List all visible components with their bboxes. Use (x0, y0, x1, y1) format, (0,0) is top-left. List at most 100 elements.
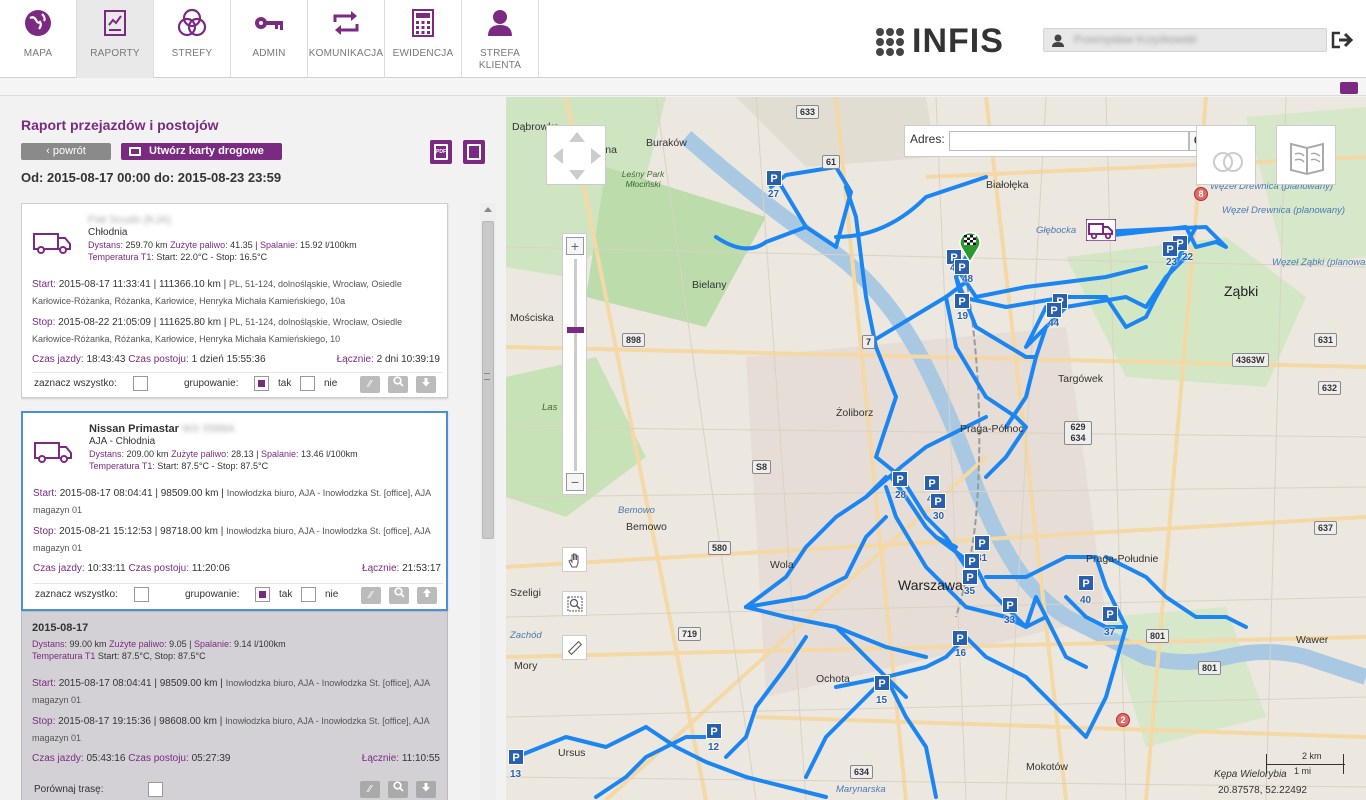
report-icon (104, 10, 126, 36)
zoom-in-button[interactable]: + (566, 237, 584, 255)
truck-marker-icon[interactable] (1086, 219, 1116, 241)
base-map-button[interactable] (1276, 125, 1336, 185)
parking-marker[interactable]: P (892, 471, 908, 487)
chat-icon[interactable] (1340, 82, 1358, 94)
nav-ewidencja[interactable]: EWIDENCJA (385, 0, 462, 78)
map-view[interactable]: Dąbrowka śna Buraków Leśny Park Młocińsk… (506, 97, 1366, 800)
nav-mapa[interactable]: MAPA (0, 0, 77, 78)
vehicle-name: Fiat Scudo (KJA) (88, 214, 172, 226)
hand-tool-button[interactable] (562, 547, 587, 572)
parking-marker[interactable]: P (874, 675, 890, 691)
map-label: Bielany (692, 279, 727, 291)
parking-marker[interactable]: P (1078, 575, 1094, 591)
parking-marker[interactable]: P (1046, 302, 1062, 318)
search-icon (392, 781, 404, 792)
vehicle-stats: Dystans: 209.00 km Zużyte paliwo: 28.13 … (89, 449, 358, 459)
zoom-search-button[interactable] (388, 376, 408, 393)
scrollbar-thumb[interactable] (482, 221, 494, 539)
zoom-track[interactable] (574, 259, 577, 471)
parking-marker[interactable]: P (766, 170, 782, 186)
export-xls-button[interactable] (463, 140, 485, 164)
parking-marker[interactable]: P (974, 535, 990, 551)
parking-marker[interactable]: P (1162, 241, 1178, 257)
back-button[interactable]: ‹ powrót (21, 143, 111, 160)
parking-marker[interactable]: P (964, 553, 980, 569)
road-number: 637 (1314, 521, 1338, 535)
scroll-up-icon[interactable] (484, 207, 492, 212)
parking-marker[interactable]: P (954, 293, 970, 309)
map-label: Wawer (1296, 634, 1329, 646)
grouping-no-checkbox[interactable] (301, 587, 316, 602)
vehicle-card[interactable]: Fiat Scudo (KJA) Chłodnia Dystans: 259.7… (21, 203, 448, 398)
export-pdf-button[interactable]: PDF (430, 140, 452, 164)
nav-raporty[interactable]: RAPORTY (77, 0, 154, 78)
expand-button[interactable] (416, 781, 436, 798)
create-road-cards-button[interactable]: Utwórz karty drogowe (121, 143, 282, 160)
parking-number: 27 (768, 189, 780, 200)
logo-text: INFIS (912, 22, 1004, 60)
address-input[interactable] (949, 131, 1189, 151)
parking-marker[interactable]: P (706, 723, 722, 739)
parking-marker[interactable]: P (924, 475, 940, 491)
layers-button[interactable] (1196, 125, 1256, 185)
parking-marker[interactable]: P (1002, 597, 1018, 613)
parking-number: 35 (964, 586, 976, 597)
route-button[interactable]: ⁄⁄ (360, 781, 380, 798)
map-scale: 2 km 1 mi (1266, 750, 1361, 778)
select-all-checkbox[interactable] (133, 376, 148, 391)
collapse-button[interactable] (417, 587, 437, 604)
scale-mi: 1 mi (1294, 766, 1312, 776)
expand-button[interactable] (416, 376, 436, 393)
zones-icon (177, 8, 207, 37)
parking-marker[interactable]: P (930, 493, 946, 509)
scale-km: 2 km (1302, 751, 1322, 761)
zoom-search-button[interactable] (389, 587, 409, 604)
zoom-box-icon (567, 596, 582, 611)
nav-strefy[interactable]: STREFY (154, 0, 231, 78)
grouping-no-checkbox[interactable] (300, 376, 315, 391)
zoom-slider-handle[interactable] (567, 327, 584, 333)
parking-number: 28 (895, 490, 907, 501)
select-all-checkbox[interactable] (134, 587, 149, 602)
nav-admin[interactable]: ADMIN (231, 0, 308, 78)
user-box[interactable]: Przemysław Krzyżkowski (1043, 28, 1327, 52)
address-search: Adres: (904, 125, 1240, 157)
nav-strefa-klienta[interactable]: STREFA KLIENTA (462, 0, 539, 78)
trip-start: Start: 2015-08-17 11:33:41 | 111366.10 k… (32, 279, 402, 306)
measure-button[interactable] (562, 635, 587, 660)
vehicle-type: Chłodnia (88, 227, 128, 238)
vehicle-card-selected[interactable]: Nissan Primastar WX 5588A AJA - Chłodnia… (21, 411, 448, 611)
parking-number: 37 (1104, 627, 1116, 638)
zoom-out-button[interactable]: − (566, 473, 584, 491)
route-button[interactable]: ⁄⁄ (360, 376, 380, 393)
parking-marker[interactable]: P (1102, 606, 1118, 622)
road-number: 4363W (1232, 353, 1269, 367)
day-summary-card[interactable]: 2015-08-17 Dystans: 99.00 km Zużyte pali… (21, 611, 448, 800)
zoom-search-button[interactable] (388, 781, 408, 798)
nav-komunikacja[interactable]: KOMUNIKACJA (308, 0, 385, 78)
parking-marker[interactable]: P (952, 630, 968, 646)
grouping-yes-checkbox[interactable] (254, 376, 269, 391)
map-label: Ząbki (1224, 283, 1259, 299)
day-stats: Dystans: 99.00 km Zużyte paliwo: 9.05 | … (32, 639, 286, 649)
map-label: Bemowo (626, 521, 667, 533)
calculator-icon (412, 9, 434, 37)
finish-pin-icon[interactable] (958, 229, 982, 263)
map-label: Węzeł Ząbki (planowany) (1272, 257, 1366, 268)
parking-marker[interactable]: P (962, 569, 978, 585)
parking-marker[interactable]: P (508, 749, 524, 765)
logout-button[interactable] (1328, 28, 1356, 52)
zoom-area-button[interactable] (562, 591, 587, 616)
user-icon (1052, 34, 1064, 47)
top-bar: MAPA RAPORTY STREFY ADMIN KOMUNIKACJA EW… (0, 0, 1366, 78)
pan-control[interactable] (546, 125, 606, 185)
compare-route-checkbox[interactable] (148, 782, 163, 797)
list-scrollbar[interactable] (480, 203, 496, 800)
grouping-yes-checkbox[interactable] (255, 587, 270, 602)
parking-number: 33 (1004, 615, 1016, 626)
parking-number: 22 (1182, 252, 1194, 263)
map-label: Ochota (816, 673, 850, 685)
zoom-control[interactable]: + − (562, 233, 587, 495)
route-button[interactable]: ⁄⁄ (361, 587, 381, 604)
vehicle-list: Fiat Scudo (KJA) Chłodnia Dystans: 259.7… (21, 203, 450, 800)
